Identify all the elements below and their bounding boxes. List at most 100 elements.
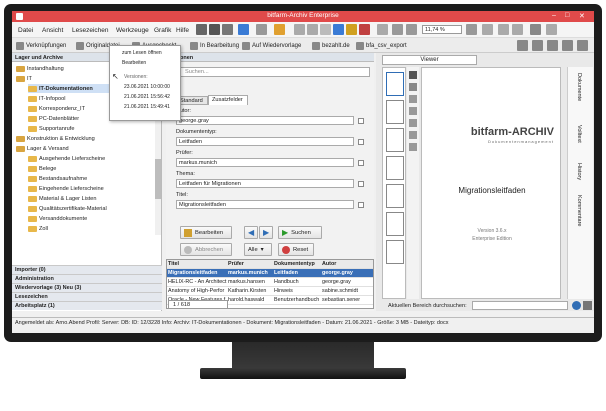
table-row[interactable]: Migrationsleitfaden markus.munich Leitfa… xyxy=(167,269,373,278)
search-button[interactable]: ▶ Suchen xyxy=(278,226,322,239)
field-dokumententyp[interactable]: Leitfaden xyxy=(176,137,354,146)
redo-icon[interactable] xyxy=(307,24,318,35)
search-input[interactable]: Suchen... xyxy=(170,67,370,77)
menu-datei[interactable]: Datei xyxy=(18,27,33,34)
rectangle-icon[interactable] xyxy=(409,119,417,127)
tree-item-konstruktion[interactable]: Konstruktion & Entwicklung xyxy=(16,134,95,143)
tree-item-instandhaltung[interactable]: Instandhaltung xyxy=(16,64,64,73)
find-options-icon[interactable] xyxy=(583,301,592,310)
find-input[interactable] xyxy=(472,301,568,310)
note-icon[interactable] xyxy=(409,143,417,151)
stamp-icon[interactable] xyxy=(333,24,344,35)
print-icon[interactable] xyxy=(256,24,267,35)
filter-all-dropdown[interactable]: Alle ▾ xyxy=(244,243,272,256)
edit-button[interactable]: Bearbeiten xyxy=(180,226,232,239)
help-icon[interactable] xyxy=(546,24,557,35)
cut-icon[interactable] xyxy=(320,24,331,35)
field-titel[interactable]: Migrationsleitfaden xyxy=(176,200,354,209)
tree-item-korrespondenz[interactable]: Korrespondenz_IT xyxy=(28,104,85,113)
tree-item-pc-datenblaetter[interactable]: PC-Datenblätter xyxy=(28,114,79,123)
col-header-pruefer[interactable]: Prüfer xyxy=(227,260,273,268)
page-thumbnail[interactable] xyxy=(386,72,404,96)
quicktab-wiedervorlage[interactable]: Auf Wiedervorlage xyxy=(242,41,301,51)
maximize-icon[interactable]: □ xyxy=(565,12,569,19)
sidetab-kommentare[interactable]: Kommentare xyxy=(576,195,582,227)
stamp-tool-icon[interactable] xyxy=(409,131,417,139)
table-row[interactable]: HELIX-RC - An Architect markus.hansen Ha… xyxy=(167,278,373,287)
rotate-icon[interactable] xyxy=(482,24,493,35)
version-item[interactable]: 23.06.2021 10:00:00 xyxy=(124,84,170,90)
version-item[interactable]: 21.06.2021 15:49:41 xyxy=(124,104,170,110)
col-header-autor[interactable]: Autor xyxy=(321,260,371,268)
view-list-icon[interactable] xyxy=(196,24,207,35)
field-pruefer[interactable]: markus.munich xyxy=(176,158,354,167)
tree-item-bestandsaufnahme[interactable]: Bestandsaufnahme xyxy=(28,174,87,183)
tree-item-qualitaetszertifikate[interactable]: Qualitätszertifikate-Material xyxy=(28,204,107,213)
menu-ansicht[interactable]: Ansicht xyxy=(42,27,63,34)
section-administration[interactable]: Administration xyxy=(12,274,162,283)
view-grid-icon[interactable] xyxy=(209,24,220,35)
undo-icon[interactable] xyxy=(294,24,305,35)
field-thema[interactable]: Leitfaden für Migrationen xyxy=(176,179,354,188)
layout3-icon[interactable] xyxy=(547,40,558,51)
layout4-icon[interactable] xyxy=(562,40,573,51)
col-header-titel[interactable]: Titel xyxy=(167,260,227,268)
menu-item-edit[interactable]: Bearbeiten xyxy=(122,60,146,66)
page-thumbnail[interactable] xyxy=(386,128,404,152)
text-icon[interactable] xyxy=(409,95,417,103)
previous-button[interactable]: ◀ xyxy=(244,226,258,239)
document-view[interactable]: bitfarm-ARCHIV Dokumentenmanagement Migr… xyxy=(421,67,561,299)
table-row[interactable]: Anatomy of High-Perfor Katharin.Kirsten … xyxy=(167,287,373,296)
sidetab-history[interactable]: History xyxy=(576,163,582,180)
new-document-icon[interactable] xyxy=(274,24,285,35)
minimize-icon[interactable]: – xyxy=(552,12,556,19)
tree-item-ausgehende-lieferscheine[interactable]: Ausgehende Lieferscheine xyxy=(28,154,105,163)
tree-item-belege[interactable]: Belege xyxy=(28,164,56,173)
line-icon[interactable] xyxy=(409,107,417,115)
checkbox-titel[interactable] xyxy=(358,202,364,208)
menu-grafik[interactable]: Grafik xyxy=(154,27,171,34)
scan-icon[interactable] xyxy=(238,24,249,35)
zoom-input[interactable]: 11,74 % xyxy=(422,25,462,34)
quicktab-csv-export[interactable]: bfa_csv_export xyxy=(356,41,407,51)
tree-item-zoll[interactable]: Zoll xyxy=(28,224,48,233)
previous-page-icon[interactable] xyxy=(498,24,509,35)
checkbox-thema[interactable] xyxy=(358,181,364,187)
tree-item-supportanrufe[interactable]: Supportanrufe xyxy=(28,124,74,133)
reset-button[interactable]: Reset xyxy=(278,243,314,256)
page-icon[interactable] xyxy=(377,24,388,35)
field-autor[interactable]: george.gray xyxy=(176,116,354,125)
menu-lesezeichen[interactable]: Lesezeichen xyxy=(72,27,109,34)
checkbox-dokumententyp[interactable] xyxy=(358,139,364,145)
hand-icon[interactable] xyxy=(409,83,417,91)
layout-icon[interactable] xyxy=(517,40,528,51)
version-item[interactable]: 21.06.2021 15:56:42 xyxy=(124,94,170,100)
tree-item-it[interactable]: IT xyxy=(16,74,32,83)
menu-item-open-read[interactable]: zum Lesen öffnen xyxy=(122,50,162,56)
tree-item-eingehende-lieferscheine[interactable]: Eingehende Lieferscheine xyxy=(28,184,104,193)
find-next-icon[interactable] xyxy=(572,301,581,310)
quicktab-verknuepfungen[interactable]: Verknüpfungen xyxy=(16,41,66,51)
zoom-in-icon[interactable] xyxy=(406,24,417,35)
quicktab-bezahlt[interactable]: bezahlt.de xyxy=(312,41,350,51)
menu-hilfe[interactable]: Hilfe xyxy=(176,27,189,34)
section-lesezeichen[interactable]: Lesezeichen xyxy=(12,292,162,301)
cancel-button[interactable]: Abbrechen xyxy=(180,243,232,256)
highlight-icon[interactable] xyxy=(359,24,370,35)
layout2-icon[interactable] xyxy=(532,40,543,51)
tree-item-it-infopool[interactable]: IT-Infopool xyxy=(28,94,65,103)
page-thumbnail[interactable] xyxy=(386,212,404,236)
page-thumbnail[interactable] xyxy=(386,100,404,124)
sidetab-dokumente[interactable]: Dokumente xyxy=(576,73,582,101)
tab-zusatzfelder[interactable]: Zusatzfelder xyxy=(208,95,248,105)
pen-icon[interactable] xyxy=(346,24,357,35)
pointer-icon[interactable] xyxy=(409,71,417,79)
section-importer[interactable]: Importer (0) xyxy=(12,265,162,274)
page-thumbnail[interactable] xyxy=(386,240,404,264)
page-thumbnail[interactable] xyxy=(386,156,404,180)
quicktab-in-bearbeitung[interactable]: In Bearbeitung xyxy=(190,41,239,51)
sidetab-volltext[interactable]: Volltext xyxy=(576,125,582,143)
page-thumbnail[interactable] xyxy=(386,184,404,208)
layout5-icon[interactable] xyxy=(577,40,588,51)
view-details-icon[interactable] xyxy=(222,24,233,35)
